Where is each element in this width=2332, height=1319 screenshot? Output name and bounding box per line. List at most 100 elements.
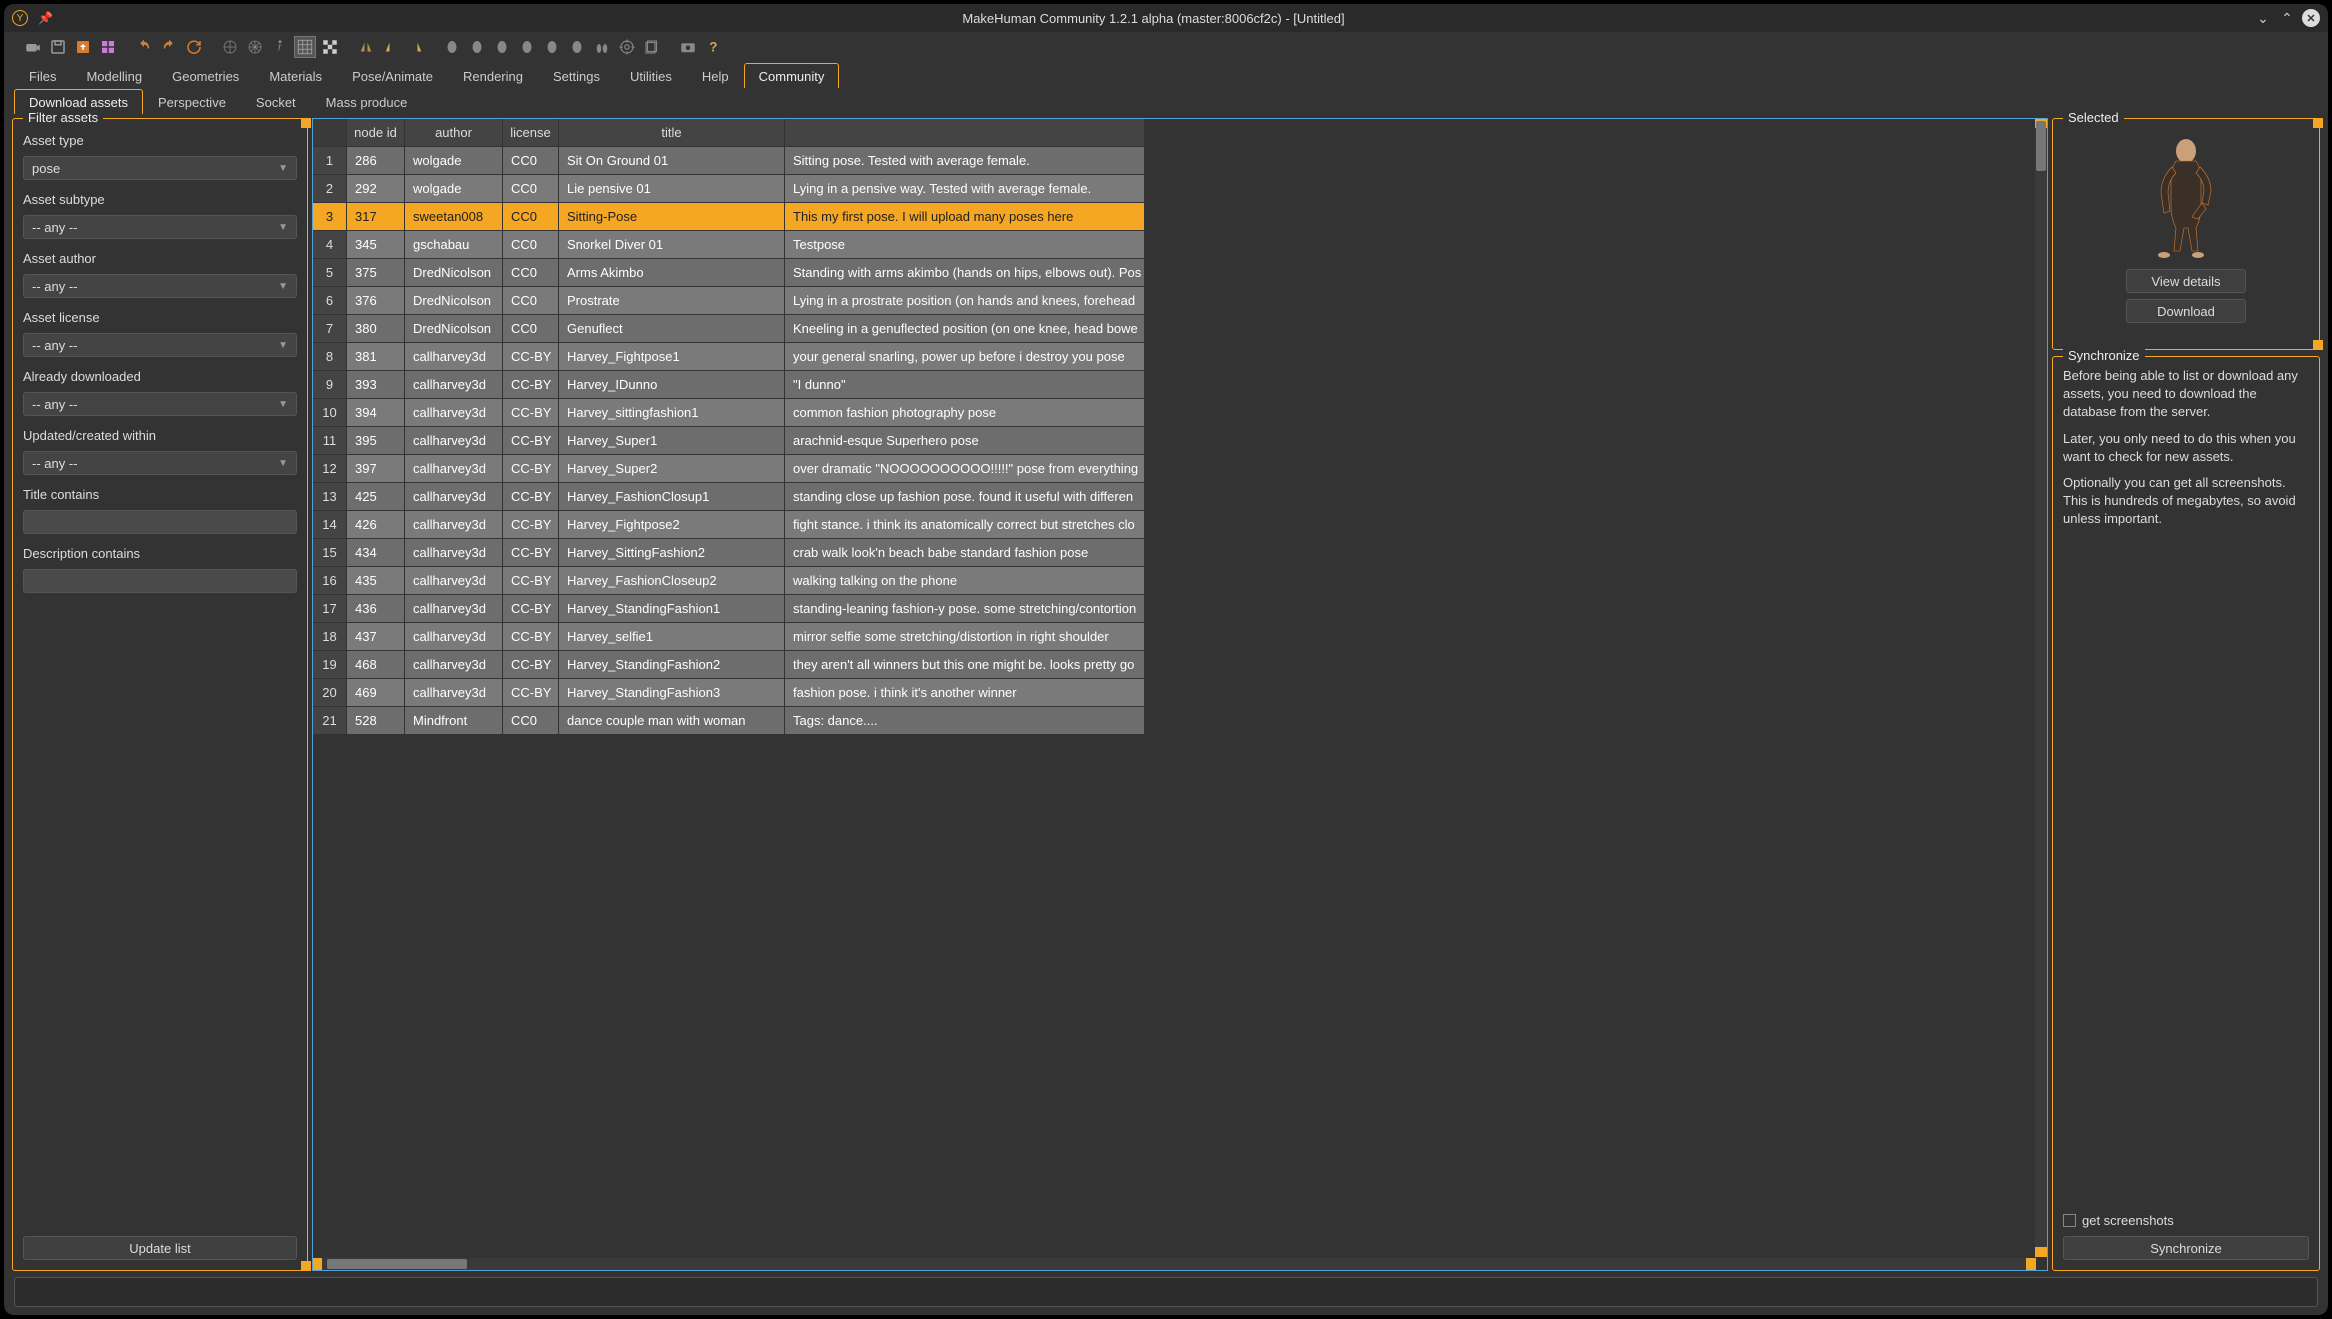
table-cell-license[interactable]: CC-BY (503, 679, 559, 707)
table-cell-license[interactable]: CC0 (503, 203, 559, 231)
table-cell-title[interactable]: Snorkel Diver 01 (559, 231, 785, 259)
sub-tab-massproduce[interactable]: Mass produce (311, 89, 423, 114)
table-cell-n[interactable]: 528 (347, 707, 405, 735)
toolbar-feet-icon[interactable] (591, 36, 613, 58)
row-number[interactable]: 21 (313, 707, 347, 735)
table-cell-title[interactable]: Prostrate (559, 287, 785, 315)
toolbar-save-icon[interactable] (47, 36, 69, 58)
table-cell-title[interactable]: Sit On Ground 01 (559, 147, 785, 175)
table-cell-title[interactable]: Harvey_sittingfashion1 (559, 399, 785, 427)
row-number[interactable]: 1 (313, 147, 347, 175)
table-cell-title[interactable]: Harvey_StandingFashion3 (559, 679, 785, 707)
toolbar-mirror1-icon[interactable] (355, 36, 377, 58)
sub-tab-socket[interactable]: Socket (241, 89, 311, 114)
table-cell-license[interactable]: CC-BY (503, 399, 559, 427)
table-cell-n[interactable]: 435 (347, 567, 405, 595)
table-cell-author[interactable]: sweetan008 (405, 203, 503, 231)
asset-author-select[interactable]: -- any --▼ (23, 274, 297, 298)
table-cell-author[interactable]: wolgade (405, 175, 503, 203)
minimize-icon[interactable]: ⌄ (2254, 9, 2272, 27)
toolbar-head5-icon[interactable] (541, 36, 563, 58)
scroll-handle-icon[interactable] (2313, 118, 2323, 128)
table-cell-desc[interactable]: Kneeling in a genuflected position (on o… (785, 315, 1145, 343)
table-cell-license[interactable]: CC0 (503, 315, 559, 343)
table-cell-title[interactable]: Harvey_FashionClosup1 (559, 483, 785, 511)
updated-within-select[interactable]: -- any --▼ (23, 451, 297, 475)
table-cell-n[interactable]: 345 (347, 231, 405, 259)
table-cell-n[interactable]: 286 (347, 147, 405, 175)
table-cell-title[interactable]: Harvey_Super1 (559, 427, 785, 455)
row-number[interactable]: 14 (313, 511, 347, 539)
table-cell-author[interactable]: callharvey3d (405, 679, 503, 707)
table-cell-n[interactable]: 395 (347, 427, 405, 455)
table-cell-n[interactable]: 380 (347, 315, 405, 343)
table-cell-author[interactable]: callharvey3d (405, 595, 503, 623)
row-number[interactable]: 20 (313, 679, 347, 707)
table-cell-title[interactable]: dance couple man with woman (559, 707, 785, 735)
toolbar-mirror3-icon[interactable] (405, 36, 427, 58)
table-cell-desc[interactable]: standing-leaning fashion-y pose. some st… (785, 595, 1145, 623)
main-tab-materials[interactable]: Materials (254, 63, 337, 88)
table-cell-desc[interactable]: they aren't all winners but this one mig… (785, 651, 1145, 679)
table-cell-title[interactable]: Harvey_FashionCloseup2 (559, 567, 785, 595)
scroll-handle-icon[interactable] (2026, 1258, 2036, 1270)
table-cell-desc[interactable]: common fashion photography pose (785, 399, 1145, 427)
toolbar-head1-icon[interactable] (441, 36, 463, 58)
table-cell-desc[interactable]: fashion pose. i think it's another winne… (785, 679, 1145, 707)
table-cell-author[interactable]: DredNicolson (405, 259, 503, 287)
table-cell-n[interactable]: 468 (347, 651, 405, 679)
scroll-handle-icon[interactable] (301, 1261, 311, 1271)
table-cell-author[interactable]: wolgade (405, 147, 503, 175)
row-number[interactable]: 17 (313, 595, 347, 623)
table-cell-desc[interactable]: This my first pose. I will upload many p… (785, 203, 1145, 231)
toolbar-layers-icon[interactable] (641, 36, 663, 58)
table-cell-title[interactable]: Harvey_StandingFashion1 (559, 595, 785, 623)
asset-type-select[interactable]: pose▼ (23, 156, 297, 180)
table-cell-license[interactable]: CC-BY (503, 483, 559, 511)
table-header[interactable]: title (559, 119, 785, 147)
table-cell-n[interactable]: 394 (347, 399, 405, 427)
row-number[interactable]: 5 (313, 259, 347, 287)
table-cell-n[interactable]: 426 (347, 511, 405, 539)
toolbar-snapshot-icon[interactable] (677, 36, 699, 58)
main-tab-help[interactable]: Help (687, 63, 744, 88)
vertical-scrollbar[interactable] (2035, 119, 2047, 1256)
toolbar-head6-icon[interactable] (566, 36, 588, 58)
table-cell-author[interactable]: callharvey3d (405, 371, 503, 399)
table-cell-license[interactable]: CC-BY (503, 651, 559, 679)
row-number[interactable]: 13 (313, 483, 347, 511)
view-details-button[interactable]: View details (2126, 269, 2246, 293)
table-cell-n[interactable]: 393 (347, 371, 405, 399)
table-cell-title[interactable]: Harvey_SittingFashion2 (559, 539, 785, 567)
table-cell-n[interactable]: 317 (347, 203, 405, 231)
toolbar-mirror2-icon[interactable] (380, 36, 402, 58)
toolbar-grid-active-icon[interactable] (294, 36, 316, 58)
table-cell-title[interactable]: Genuflect (559, 315, 785, 343)
toolbar-head2-icon[interactable] (466, 36, 488, 58)
get-screenshots-checkbox[interactable]: get screenshots (2063, 1213, 2309, 1228)
table-cell-author[interactable]: callharvey3d (405, 567, 503, 595)
scroll-handle-icon[interactable] (313, 1258, 322, 1270)
sub-tab-perspective[interactable]: Perspective (143, 89, 241, 114)
toolbar-grid-icon[interactable] (97, 36, 119, 58)
main-tab-rendering[interactable]: Rendering (448, 63, 538, 88)
table-cell-title[interactable]: Harvey_StandingFashion2 (559, 651, 785, 679)
table-cell-author[interactable]: DredNicolson (405, 287, 503, 315)
table-cell-license[interactable]: CC0 (503, 231, 559, 259)
table-cell-n[interactable]: 376 (347, 287, 405, 315)
table-cell-author[interactable]: callharvey3d (405, 343, 503, 371)
table-header[interactable]: node id (347, 119, 405, 147)
already-downloaded-select[interactable]: -- any --▼ (23, 392, 297, 416)
row-number[interactable]: 12 (313, 455, 347, 483)
main-tab-utilities[interactable]: Utilities (615, 63, 687, 88)
toolbar-checker-icon[interactable] (319, 36, 341, 58)
table-cell-desc[interactable]: Sitting pose. Tested with average female… (785, 147, 1145, 175)
row-number[interactable]: 4 (313, 231, 347, 259)
row-number[interactable]: 8 (313, 343, 347, 371)
row-number[interactable]: 11 (313, 427, 347, 455)
table-cell-n[interactable]: 425 (347, 483, 405, 511)
main-tab-poseanimate[interactable]: Pose/Animate (337, 63, 448, 88)
table-cell-license[interactable]: CC0 (503, 707, 559, 735)
table-cell-license[interactable]: CC-BY (503, 539, 559, 567)
table-cell-author[interactable]: callharvey3d (405, 483, 503, 511)
